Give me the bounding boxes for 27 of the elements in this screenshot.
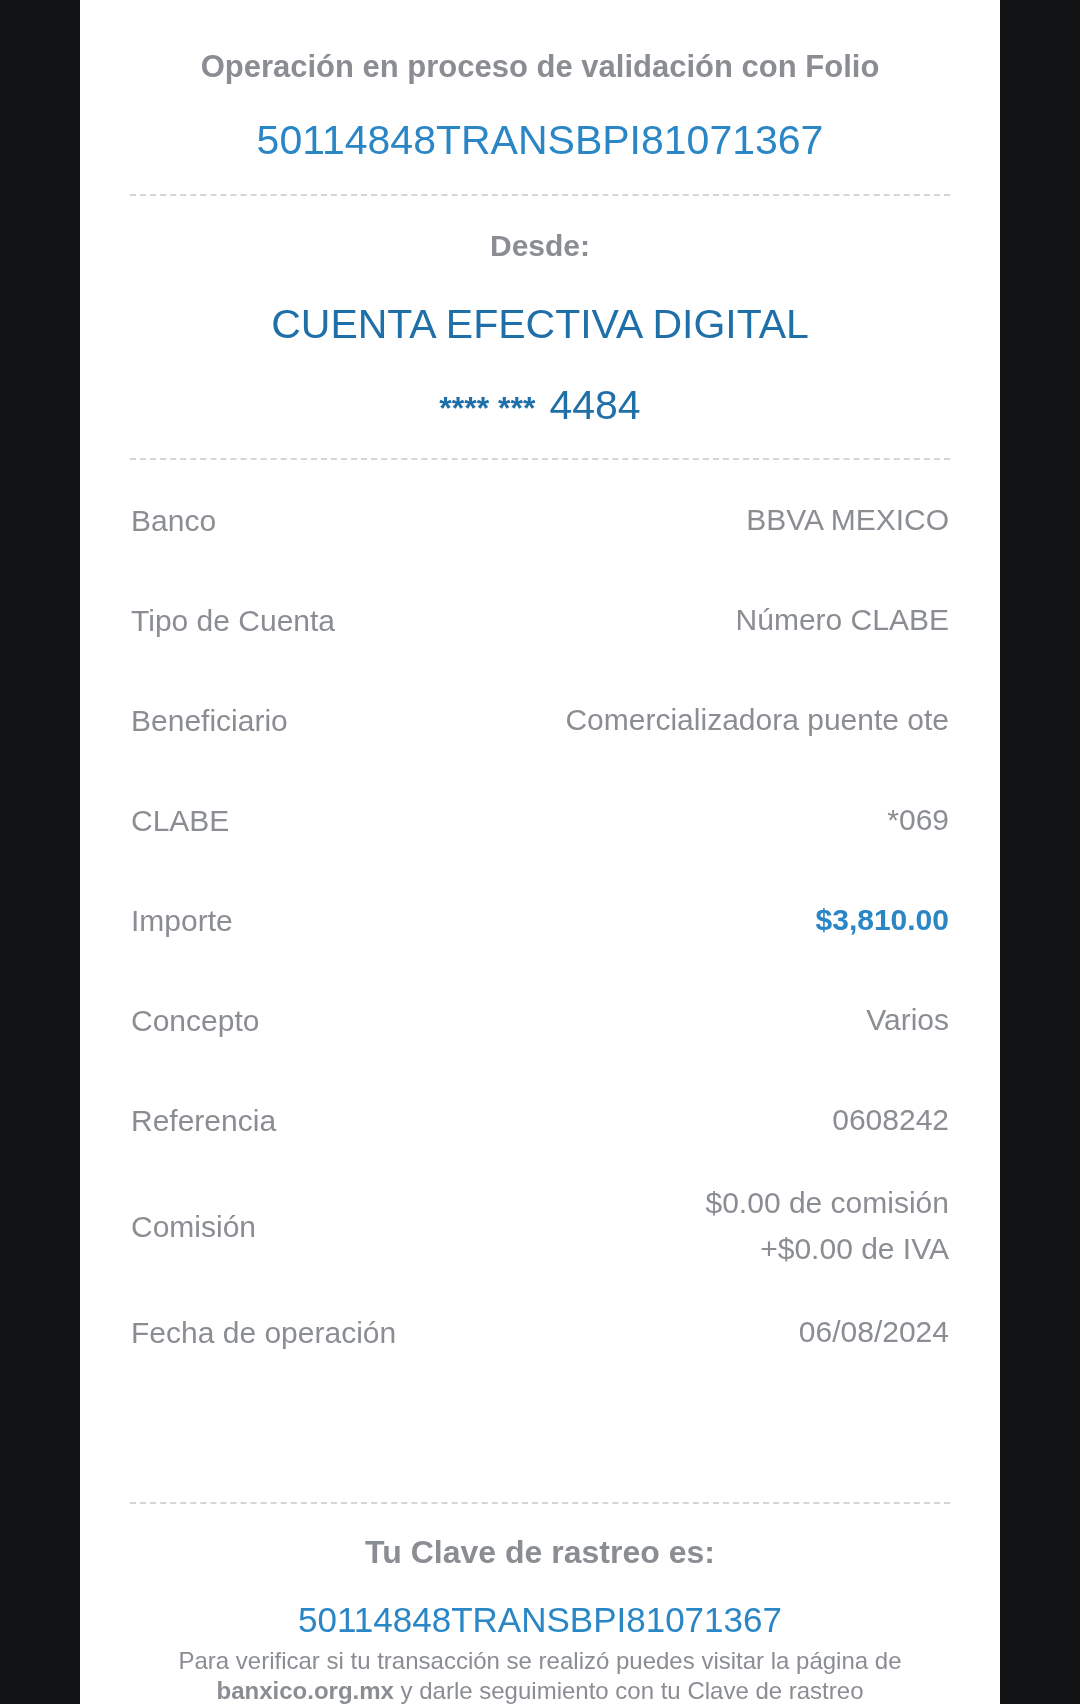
detail-value: Varios	[866, 1002, 949, 1038]
detail-value: *069	[887, 802, 949, 838]
account-last-digits: 4484	[549, 382, 641, 428]
detail-value: Número CLABE	[735, 602, 949, 638]
detail-label: Beneficiario	[131, 702, 288, 739]
account-name: CUENTA EFECTIVA DIGITAL	[271, 300, 809, 348]
tracking-title: Tu Clave de rastreo es:	[365, 1533, 715, 1572]
detail-value: $0.00 de comisión +$0.00 de IVA	[705, 1185, 949, 1267]
operation-title: Operación en proceso de validación con Folio	[200, 48, 880, 86]
detail-label: Referencia	[131, 1102, 277, 1139]
from-label: Desde:	[489, 228, 590, 264]
verification-note: Para verificar si tu transacción se realizó puedes visitar la página de banxico.org.mx y darle seguimiento con tu Clave de rastreo	[177, 1646, 903, 1704]
detail-value: 06/08/2024	[798, 1314, 949, 1350]
detail-label: Banco	[131, 502, 217, 539]
detail-value: Comercializadora puente ote	[565, 702, 949, 738]
detail-label: CLABE	[131, 802, 230, 839]
detail-label: Concepto	[131, 1002, 260, 1039]
detail-value: $3,810.00	[815, 902, 949, 938]
detail-value: 0608242	[832, 1102, 949, 1138]
detail-label: Importe	[131, 902, 233, 939]
tracking-code: 50114848TRANSBPI81071367	[298, 1600, 782, 1640]
detail-label: Tipo de Cuenta	[131, 602, 336, 639]
detail-value: BBVA MEXICO	[746, 502, 949, 538]
detail-label: Comisión	[131, 1208, 257, 1245]
account-mask: **** ***	[439, 389, 536, 428]
detail-label: Fecha de operación	[131, 1314, 397, 1351]
folio-number: 50114848TRANSBPI81071367	[256, 116, 824, 164]
